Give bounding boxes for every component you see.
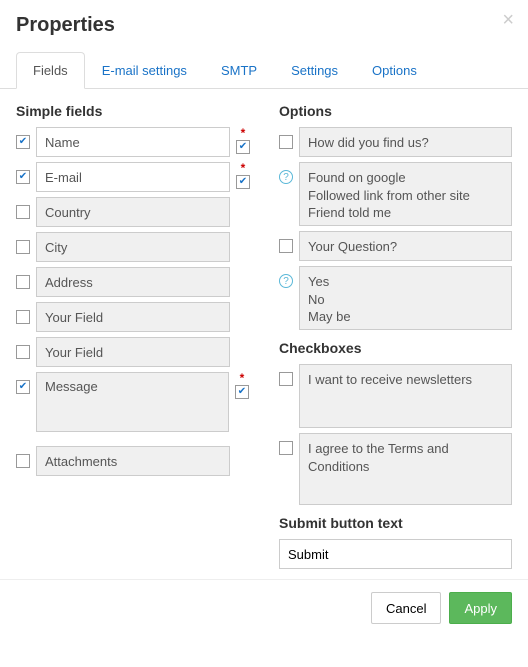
field-row-email: * [16,162,249,192]
field-email[interactable] [36,162,230,192]
checkbox-custom1[interactable] [16,310,30,324]
checkbox-attachments[interactable] [16,454,30,468]
required-checkbox-message[interactable] [235,385,249,399]
checkbox-city[interactable] [16,240,30,254]
tab-options[interactable]: Options [355,52,434,89]
field-row-name: * [16,127,249,157]
checkbox-email[interactable] [16,170,30,184]
tab-settings[interactable]: Settings [274,52,355,89]
option-row-answers-b: ? Yes No May be [279,266,512,330]
field-answers-a[interactable]: Found on google Followed link from other… [299,162,512,226]
field-city[interactable] [36,232,230,262]
tabs: Fields E-mail settings SMTP Settings Opt… [0,45,528,89]
field-answers-b[interactable]: Yes No May be [299,266,512,330]
required-checkbox-name[interactable] [236,140,250,154]
field-name[interactable] [36,127,230,157]
required-col: * [236,127,250,154]
options-heading: Options [279,103,512,119]
field-row-custom2 [16,337,249,367]
column-right: Options ? Found on google Followed link … [279,103,512,569]
dialog-title: Properties [16,14,512,37]
checkbox-name[interactable] [16,135,30,149]
field-row-address [16,267,249,297]
dialog-footer: Cancel Apply [0,579,528,636]
tab-fields[interactable]: Fields [16,52,85,89]
field-row-country [16,197,249,227]
checkbox-question-b[interactable] [279,239,293,253]
asterisk-icon: * [241,162,246,174]
checkbox-message[interactable] [16,380,30,394]
checkbox-custom2[interactable] [16,345,30,359]
help-icon[interactable]: ? [279,274,293,288]
simple-fields-heading: Simple fields [16,103,249,119]
field-newsletter[interactable]: I want to receive newsletters [299,364,512,428]
asterisk-icon: * [240,372,245,384]
submit-row [279,539,512,569]
field-row-custom1 [16,302,249,332]
column-left: Simple fields * * [16,103,249,569]
properties-dialog: Properties × Fields E-mail settings SMTP… [0,0,528,636]
checkboxes-heading: Checkboxes [279,340,512,356]
checkbox-row-terms: I agree to the Terms and Conditions [279,433,512,505]
submit-heading: Submit button text [279,515,512,531]
apply-button[interactable]: Apply [449,592,512,624]
checkbox-terms[interactable] [279,441,293,455]
dialog-header: Properties × [0,0,528,45]
field-row-message: Message * [16,372,249,432]
required-checkbox-email[interactable] [236,175,250,189]
checkbox-row-newsletter: I want to receive newsletters [279,364,512,428]
checkbox-country[interactable] [16,205,30,219]
field-country[interactable] [36,197,230,227]
close-icon[interactable]: × [502,10,514,30]
field-row-city [16,232,249,262]
asterisk-icon: * [241,127,246,139]
field-address[interactable] [36,267,230,297]
dialog-body: Simple fields * * [0,89,528,579]
checkbox-address[interactable] [16,275,30,289]
option-row-answers-a: ? Found on google Followed link from oth… [279,162,512,226]
required-col: * [235,372,249,399]
field-terms[interactable]: I agree to the Terms and Conditions [299,433,512,505]
cancel-button[interactable]: Cancel [371,592,441,624]
required-col: * [236,162,250,189]
option-row-question-b [279,231,512,261]
field-question-b[interactable] [299,231,512,261]
tab-email-settings[interactable]: E-mail settings [85,52,204,89]
field-question-a[interactable] [299,127,512,157]
option-row-question-a [279,127,512,157]
field-message[interactable]: Message [36,372,229,432]
field-row-attachments [16,446,249,476]
field-attachments[interactable] [36,446,230,476]
submit-text-input[interactable] [279,539,512,569]
checkbox-newsletter[interactable] [279,372,293,386]
field-custom1[interactable] [36,302,230,332]
tab-smtp[interactable]: SMTP [204,52,274,89]
checkbox-question-a[interactable] [279,135,293,149]
field-custom2[interactable] [36,337,230,367]
help-icon[interactable]: ? [279,170,293,184]
